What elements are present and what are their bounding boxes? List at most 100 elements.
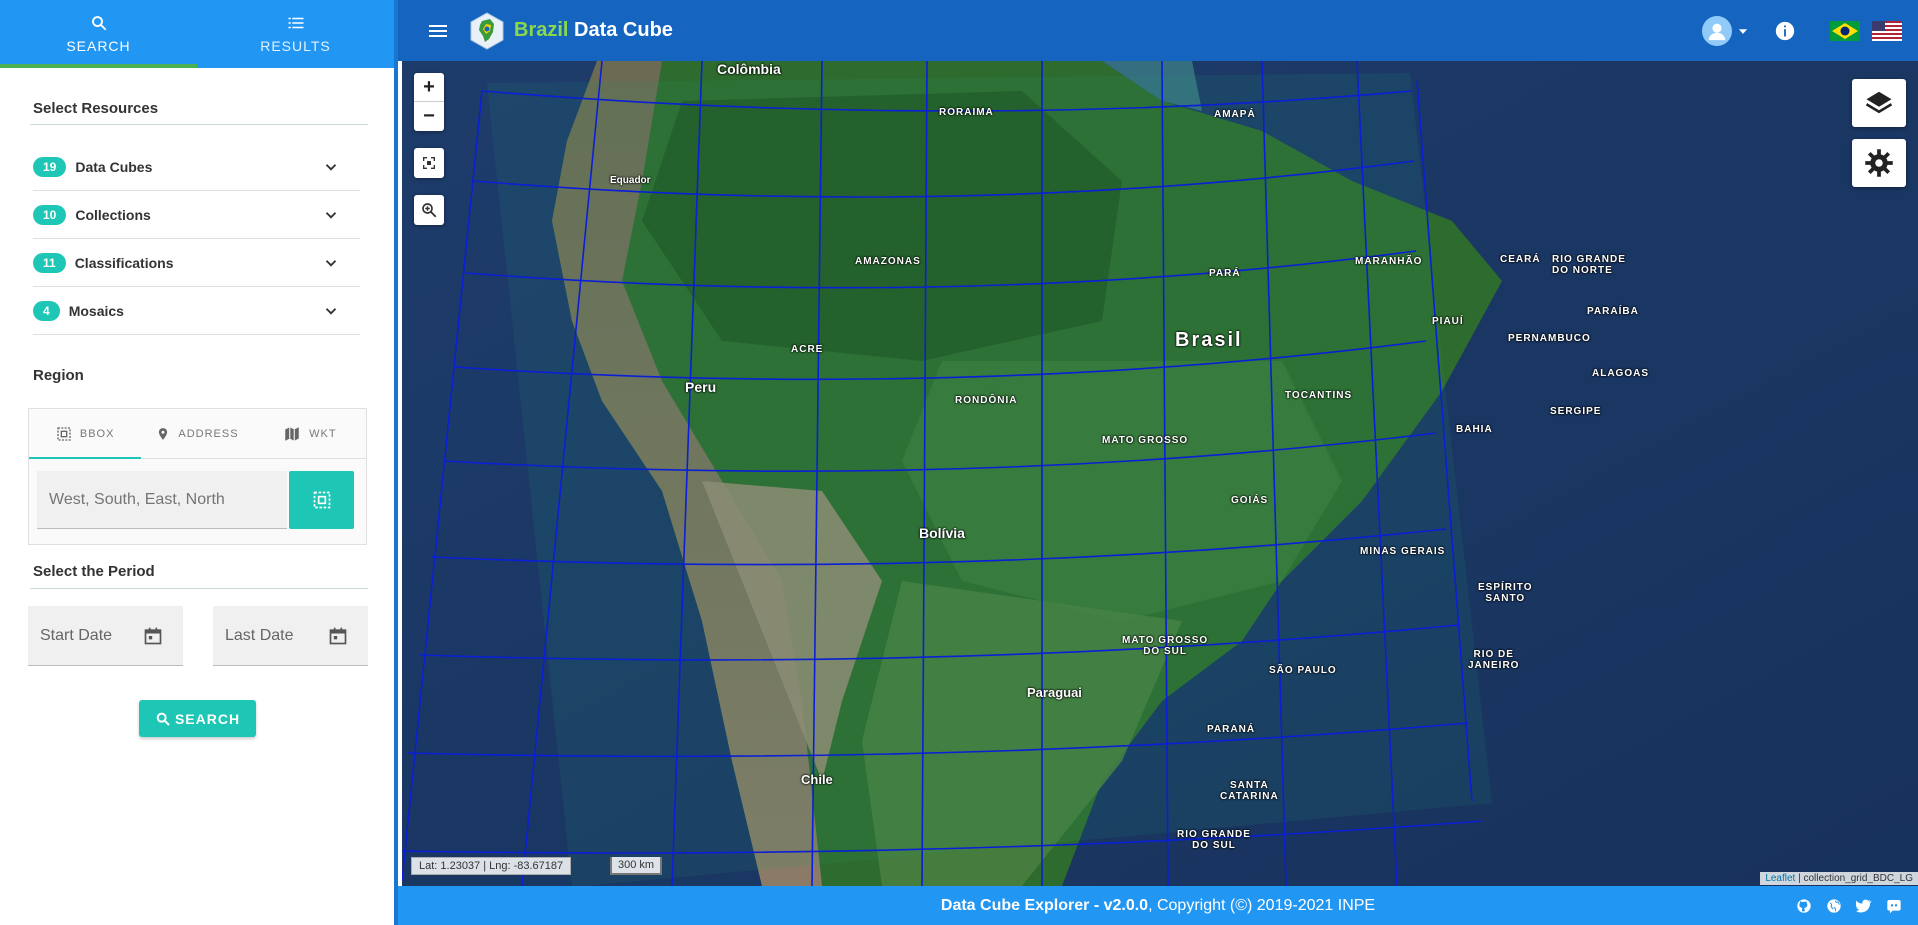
resource-data-cubes[interactable]: 19 Data Cubes bbox=[33, 143, 360, 191]
bbox-input[interactable] bbox=[37, 471, 287, 529]
sidebar: SEARCH RESULTS Select Resources 19 Data … bbox=[0, 0, 398, 925]
map-label-bolivia: Bolívia bbox=[919, 525, 965, 541]
app-root: SEARCH RESULTS Select Resources 19 Data … bbox=[0, 0, 1918, 925]
sidebar-tabs: SEARCH RESULTS bbox=[0, 0, 394, 68]
chevron-down-icon[interactable] bbox=[322, 302, 340, 320]
period-title: Select the Period bbox=[33, 563, 155, 580]
chevron-down-icon[interactable] bbox=[322, 158, 340, 176]
settings-button[interactable] bbox=[1852, 139, 1906, 187]
resource-classifications[interactable]: 11 Classifications bbox=[33, 239, 360, 287]
map-label-rondonia: RONDÔNIA bbox=[955, 395, 1018, 406]
tab-results[interactable]: RESULTS bbox=[197, 0, 394, 68]
header-actions bbox=[1702, 0, 1918, 61]
map-label-parana: PARANÁ bbox=[1207, 724, 1256, 735]
brazil-data-cube-logo bbox=[470, 11, 504, 50]
leaflet-link[interactable]: Leaflet bbox=[1765, 873, 1795, 884]
resources-title: Select Resources bbox=[33, 100, 159, 117]
map-label-amapa: AMAPÁ bbox=[1214, 109, 1256, 120]
footer-copyright: , Copyright (©) 2019-2021 INPE bbox=[1148, 896, 1376, 914]
globe-icon[interactable] bbox=[1826, 898, 1842, 914]
map-label-ceara: CEARÁ bbox=[1500, 254, 1541, 265]
resource-label: Collections bbox=[75, 206, 151, 223]
map-label-para: PARÁ bbox=[1209, 268, 1241, 279]
caret-down-icon[interactable] bbox=[1736, 24, 1750, 38]
map-attribution: Leaflet | collection_grid_BDC_LG bbox=[1760, 872, 1918, 885]
map-label-rio-de-janeiro: RIO DE JANEIRO bbox=[1468, 649, 1520, 671]
map-label-amazonas: AMAZONAS bbox=[855, 256, 921, 267]
count-badge: 4 bbox=[33, 300, 60, 321]
zoom-out-button[interactable]: − bbox=[414, 102, 444, 131]
map-label-sergipe: SERGIPE bbox=[1550, 406, 1602, 417]
chevron-down-icon[interactable] bbox=[322, 206, 340, 224]
map-label-espirito-santo: ESPÍRITO SANTO bbox=[1478, 582, 1533, 604]
map-label-piaui: PIAUÍ bbox=[1432, 316, 1464, 327]
brand-highlight: Brazil bbox=[514, 19, 569, 41]
discord-icon[interactable] bbox=[1886, 898, 1902, 914]
map-label-mato-grosso-do-sul: MATO GROSSO DO SUL bbox=[1122, 635, 1209, 657]
region-tabs: BBOX ADDRESS WKT bbox=[29, 409, 366, 459]
map-label-paraguai: Paraguai bbox=[1027, 685, 1082, 700]
map-label-pernambuco: PERNAMBUCO bbox=[1508, 333, 1591, 344]
calendar-icon[interactable] bbox=[328, 626, 348, 646]
resource-mosaics[interactable]: 4 Mosaics bbox=[33, 287, 360, 335]
map-view[interactable]: Colômbia Equador RORAIMA AMAPÁ AMAZONAS … bbox=[402, 61, 1918, 886]
map-label-brasil: Brasil bbox=[1175, 329, 1243, 351]
tab-search-label: SEARCH bbox=[66, 38, 131, 54]
attribution-text: | collection_grid_BDC_LG bbox=[1795, 873, 1913, 884]
layers-button[interactable] bbox=[1852, 79, 1906, 127]
map-label-rio-grande-do-sul: RIO GRANDE DO SUL bbox=[1177, 829, 1251, 851]
usa-flag-icon[interactable] bbox=[1872, 20, 1902, 41]
search-icon bbox=[91, 16, 106, 31]
brand-title: Brazil Data Cube bbox=[514, 19, 673, 42]
resource-label: Mosaics bbox=[68, 302, 124, 319]
map-label-maranhao: MARANHÃO bbox=[1355, 256, 1423, 267]
github-icon[interactable] bbox=[1796, 898, 1812, 914]
divider bbox=[30, 588, 368, 589]
search-button[interactable]: SEARCH bbox=[139, 700, 256, 737]
hamburger-menu-icon[interactable] bbox=[426, 19, 450, 43]
chevron-down-icon[interactable] bbox=[322, 254, 340, 272]
zoom-control: + − bbox=[414, 73, 444, 131]
tab-wkt-label: WKT bbox=[309, 427, 337, 440]
scale-bar: 300 km bbox=[610, 857, 663, 875]
calendar-icon[interactable] bbox=[143, 626, 163, 646]
map-label-paraiba: PARAÍBA bbox=[1587, 306, 1639, 317]
map-label-santa-catarina: SANTA CATARINA bbox=[1220, 780, 1279, 802]
map-label-bahia: BAHIA bbox=[1456, 424, 1493, 435]
search-icon bbox=[156, 712, 170, 726]
resource-collections[interactable]: 10 Collections bbox=[33, 191, 360, 239]
footer-social-links bbox=[1782, 886, 1902, 925]
info-icon[interactable] bbox=[1774, 20, 1796, 42]
twitter-icon[interactable] bbox=[1856, 898, 1872, 914]
map-icon bbox=[285, 426, 299, 441]
tab-search[interactable]: SEARCH bbox=[0, 0, 197, 68]
tab-wkt[interactable]: WKT bbox=[254, 409, 366, 458]
zoom-in-icon bbox=[422, 203, 437, 218]
coordinates-readout: Lat: 1.23037 | Lng: -83.67187 bbox=[411, 857, 572, 875]
resource-label: Classifications bbox=[74, 254, 174, 271]
fullscreen-button[interactable] bbox=[414, 148, 444, 178]
region-title: Region bbox=[33, 367, 84, 384]
tab-bbox[interactable]: BBOX bbox=[29, 409, 142, 459]
start-date-placeholder: Start Date bbox=[40, 626, 113, 644]
brazil-flag-icon[interactable] bbox=[1830, 20, 1860, 41]
tab-bbox-label: BBOX bbox=[79, 427, 115, 440]
layers-icon bbox=[1865, 91, 1893, 114]
last-date-placeholder: Last Date bbox=[225, 626, 294, 644]
zoom-box-button[interactable] bbox=[414, 195, 444, 225]
tab-address[interactable]: ADDRESS bbox=[141, 409, 253, 458]
count-badge: 11 bbox=[33, 252, 66, 273]
last-date-field[interactable]: Last Date bbox=[213, 606, 368, 666]
map-label-sao-paulo: SÃO PAULO bbox=[1269, 665, 1337, 676]
draw-bbox-button[interactable] bbox=[289, 471, 354, 529]
map-label-mato-grosso: MATO GROSSO bbox=[1102, 435, 1189, 446]
app-footer: Data Cube Explorer - v2.0.0, Copyright (… bbox=[398, 886, 1918, 925]
fullscreen-icon bbox=[423, 157, 435, 169]
map-label-acre: ACRE bbox=[791, 344, 824, 355]
zoom-in-button[interactable]: + bbox=[414, 73, 444, 102]
avatar[interactable] bbox=[1702, 15, 1732, 46]
start-date-field[interactable]: Start Date bbox=[28, 606, 183, 666]
map-label-rio-grande-do-norte: RIO GRANDE DO NORTE bbox=[1552, 254, 1626, 276]
map-label-goias: GOIÁS bbox=[1231, 495, 1269, 506]
tab-address-label: ADDRESS bbox=[178, 427, 239, 440]
